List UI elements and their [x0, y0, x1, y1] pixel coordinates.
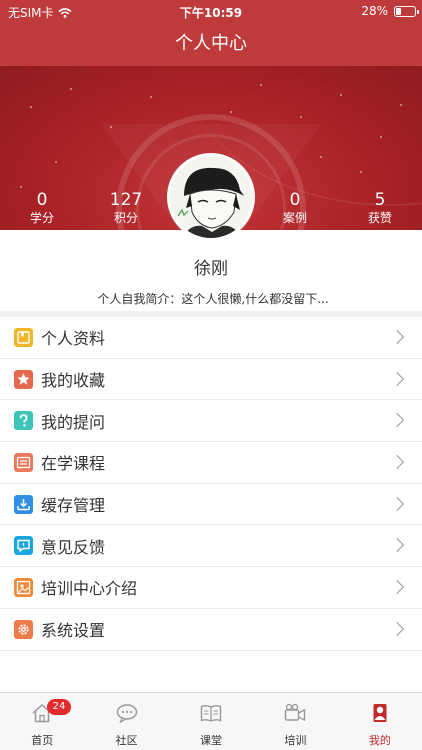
stat-credits-value: 0 [36, 190, 48, 210]
avatar[interactable] [167, 153, 255, 241]
notification-badge: 24 [47, 699, 71, 715]
training-center-icon [14, 577, 33, 597]
menu-item-courses[interactable]: 在学课程 [0, 442, 422, 484]
profile-intro-text: 这个人很懒,什么都没留下... [181, 292, 329, 306]
stat-cases-value: 0 [289, 190, 301, 210]
tab-label: 课堂 [200, 734, 223, 747]
tab-community[interactable]: 社区 [84, 693, 168, 750]
chevron-right-icon [389, 413, 405, 428]
menu-item-favorites[interactable]: 我的收藏 [0, 359, 422, 401]
chevron-right-icon [389, 621, 405, 636]
profile-name: 徐刚 [194, 259, 228, 279]
battery-percent: 28% [361, 4, 388, 18]
tab-label: 社区 [115, 734, 138, 747]
chevron-right-icon [389, 454, 405, 470]
menu-item-label: 培训中心介绍 [41, 579, 138, 599]
chevron-right-icon [389, 538, 405, 553]
tab-training[interactable]: 培训 [253, 693, 337, 750]
avatar-illustration [170, 156, 252, 238]
tab-bar: 24 首页 社区 课堂 培训 我的 [0, 692, 422, 750]
menu-item-cache[interactable]: 缓存管理 [0, 484, 422, 526]
nav-bar: 个人中心 [0, 22, 422, 66]
stat-points[interactable]: 127 积分 [96, 191, 156, 225]
menu-item-label: 在学课程 [41, 454, 106, 474]
stat-likes[interactable]: 5 获赞 [350, 191, 410, 225]
chat-icon [116, 704, 137, 723]
menu-item-feedback[interactable]: 意见反馈 [0, 525, 422, 568]
gear-icon [14, 619, 33, 639]
stat-likes-label: 获赞 [367, 211, 392, 225]
chevron-right-icon [389, 580, 405, 595]
chevron-right-icon [389, 371, 405, 386]
menu-item-label: 个人资料 [41, 329, 106, 349]
stat-cases-label: 案例 [282, 211, 307, 225]
battery-fill [396, 7, 401, 15]
feedback-icon [14, 536, 33, 556]
course-icon [14, 452, 33, 472]
menu-item-label: 我的收藏 [41, 371, 106, 391]
book-icon [200, 705, 222, 722]
clock: 下午10:59 [179, 6, 243, 20]
menu-item-label: 我的提问 [41, 412, 106, 432]
profile-intro: 个人自我简介：这个人很懒,什么都没留下... [0, 290, 422, 307]
page-title: 个人中心 [175, 33, 247, 54]
stat-cases[interactable]: 0 案例 [265, 191, 325, 225]
menu-item-profile[interactable]: 个人资料 [0, 317, 422, 359]
chevron-right-icon [389, 329, 405, 345]
stat-likes-value: 5 [374, 190, 386, 210]
menu-list: 个人资料 我的收藏 我的提问 在学课程 缓存管理 意见反馈 培训中心介绍 系统设… [0, 317, 422, 651]
menu-item-label: 意见反馈 [41, 537, 106, 557]
menu-item-questions[interactable]: 我的提问 [0, 400, 422, 443]
star-icon [14, 369, 33, 389]
profile-intro-label: 个人自我简介： [97, 292, 182, 306]
menu-item-label: 缓存管理 [41, 496, 106, 516]
status-bar: 无SIM卡 下午10:59 28% [0, 0, 422, 22]
question-icon [14, 411, 33, 431]
menu-item-settings[interactable]: 系统设置 [0, 609, 422, 651]
tab-classroom[interactable]: 课堂 [169, 693, 253, 750]
user-icon [373, 704, 387, 722]
stat-credits-label: 学分 [29, 211, 54, 225]
video-icon [285, 703, 306, 722]
battery-icon [394, 5, 419, 17]
stat-points-value: 127 [109, 190, 143, 210]
tab-mine[interactable]: 我的 [338, 693, 422, 750]
tab-home[interactable]: 24 首页 [0, 693, 84, 750]
profile-icon [14, 327, 33, 347]
chevron-right-icon [389, 496, 405, 511]
menu-item-training-center[interactable]: 培训中心介绍 [0, 567, 422, 609]
tab-label: 培训 [284, 734, 307, 747]
menu-item-label: 系统设置 [41, 621, 106, 641]
stat-points-label: 积分 [113, 211, 138, 225]
stat-credits[interactable]: 0 学分 [12, 191, 72, 225]
tab-label: 首页 [31, 734, 54, 747]
tab-label: 我的 [368, 734, 391, 747]
download-icon [14, 494, 33, 514]
